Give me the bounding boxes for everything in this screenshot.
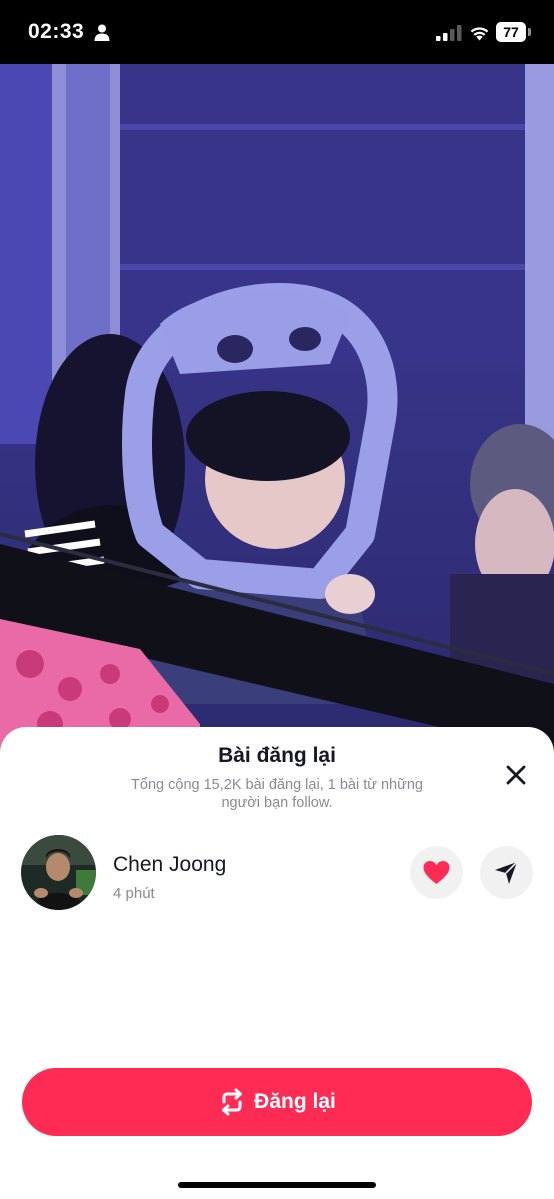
person-icon (94, 24, 110, 41)
send-icon (495, 861, 518, 884)
status-bar: 02:33 77 (0, 0, 554, 64)
repost-icon (222, 1088, 243, 1116)
sheet-title: Bài đăng lại (218, 744, 336, 767)
heart-icon (423, 861, 450, 884)
home-indicator[interactable] (178, 1182, 376, 1188)
repost-button-label: Đăng lại (254, 1090, 336, 1113)
signal-icon (436, 25, 462, 41)
close-icon (506, 765, 526, 785)
video-background[interactable] (0, 64, 554, 754)
send-button[interactable] (480, 846, 533, 899)
video-frame-image (0, 64, 554, 754)
sheet-subtitle: Tổng cộng 15,2K bài đăng lại, 1 bài từ n… (131, 777, 423, 811)
repost-time: 4 phút (113, 885, 155, 902)
close-button[interactable] (500, 759, 532, 791)
like-button[interactable] (410, 846, 463, 899)
repost-button[interactable]: Đăng lại (22, 1068, 532, 1136)
battery-icon: 77 (496, 22, 532, 42)
battery-level: 77 (503, 24, 519, 40)
reposter-row[interactable]: Chen Joong 4 phút (0, 833, 554, 913)
reposter-name[interactable]: Chen Joong (113, 853, 226, 877)
wifi-icon (470, 27, 489, 41)
status-time: 02:33 (28, 20, 85, 43)
avatar[interactable] (21, 835, 96, 910)
avatar-image (21, 835, 96, 910)
repost-sheet: Bài đăng lại Tổng cộng 15,2K bài đăng lạ… (0, 727, 554, 1199)
battery-cap (528, 28, 531, 36)
